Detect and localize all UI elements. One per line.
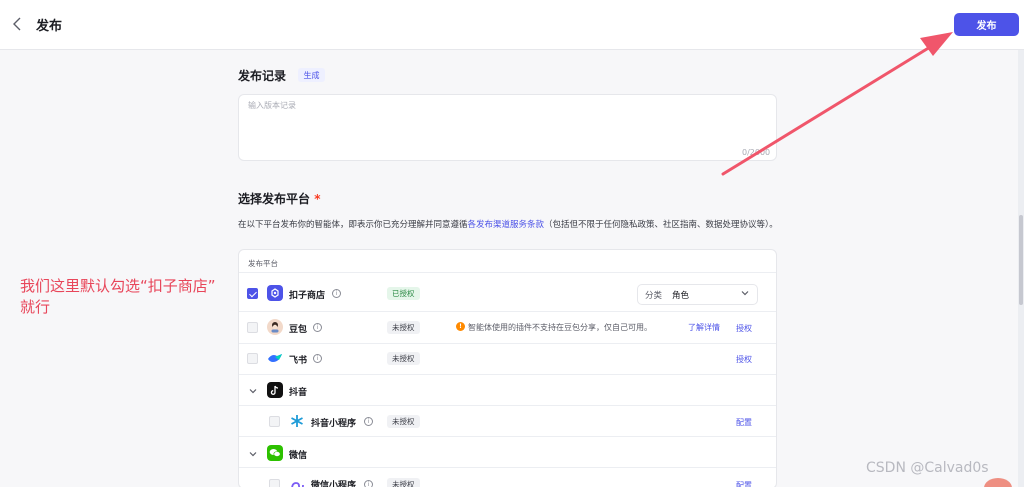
watermark: CSDN @Calvad0s <box>866 460 989 476</box>
status-badge-unauthorized: 未授权 <box>387 321 420 334</box>
feishu-icon <box>267 350 283 366</box>
corner-decoration <box>984 478 1012 487</box>
row-divider <box>239 374 776 375</box>
warning-icon: ! <box>456 322 465 331</box>
status-badge-authorized: 已授权 <box>387 287 420 300</box>
category-value: 角色 <box>672 291 690 301</box>
annotation-line-2: 就行 <box>20 298 51 316</box>
info-icon[interactable]: i <box>332 289 341 298</box>
agreement-suffix: （包括但不限于任何隐私政策、社区指南、数据处理协议等）。 <box>544 220 778 230</box>
scrollbar-thumb[interactable] <box>1019 215 1023 305</box>
row-divider <box>239 343 776 344</box>
table-header: 发布平台 <box>248 259 278 268</box>
back-arrow-icon[interactable] <box>11 15 25 33</box>
douyin-miniapp-icon <box>289 413 305 429</box>
agreement-prefix: 在以下平台发布你的智能体，即表示你已充分理解并同意遵循 <box>238 220 468 230</box>
info-icon[interactable]: i <box>364 417 373 426</box>
platform-name-feishu: 飞书 <box>289 356 308 366</box>
platform-name-coze-store: 扣子商店 <box>289 291 326 301</box>
configure-link-wechat-miniapp[interactable]: 配置 <box>736 480 752 487</box>
info-icon[interactable]: i <box>313 323 322 332</box>
chevron-down-icon[interactable] <box>248 449 258 459</box>
generate-button[interactable]: 生成 <box>298 68 325 82</box>
record-textarea[interactable] <box>238 94 777 161</box>
douyin-icon <box>267 382 283 398</box>
annotation-line-1: 我们这里默认勾选“扣子商店” <box>20 277 216 295</box>
annotation-note: 我们这里默认勾选“扣子商店” 就行 <box>20 276 216 318</box>
row-divider <box>239 405 776 406</box>
info-icon[interactable]: i <box>364 480 373 487</box>
row-divider <box>239 311 776 312</box>
status-badge-unauthorized: 未授权 <box>387 352 420 365</box>
platform-title-text: 选择发布平台 <box>238 192 311 206</box>
group-name-douyin: 抖音 <box>289 388 308 398</box>
wechat-miniapp-checkbox[interactable] <box>269 479 280 487</box>
platform-name-doubao: 豆包 <box>289 325 308 335</box>
authorize-link-doubao[interactable]: 授权 <box>736 323 752 334</box>
coze-store-icon <box>267 285 283 301</box>
row-divider <box>239 436 776 437</box>
authorize-link-feishu[interactable]: 授权 <box>736 354 752 365</box>
status-badge-unauthorized: 未授权 <box>387 478 420 487</box>
chevron-down-icon[interactable] <box>248 386 258 396</box>
record-placeholder: 输入版本记录 <box>248 101 296 110</box>
platform-name-wechat-miniapp: 微信小程序 <box>311 481 357 487</box>
terms-link[interactable]: 各发布渠道服务条款 <box>468 220 545 230</box>
info-icon[interactable]: i <box>313 354 322 363</box>
learn-more-link[interactable]: 了解详情 <box>688 322 720 333</box>
doubao-checkbox[interactable] <box>247 322 258 333</box>
agreement-text: 在以下平台发布你的智能体，即表示你已充分理解并同意遵循各发布渠道服务条款（包括但… <box>238 218 780 233</box>
publish-button[interactable]: 发布 <box>954 13 1019 36</box>
coze-store-checkbox[interactable] <box>247 288 258 299</box>
chevron-down-icon <box>741 291 749 296</box>
row-divider <box>239 272 776 273</box>
platform-section-title: 选择发布平台 * <box>238 190 320 207</box>
char-count: 0/2000 <box>742 148 771 157</box>
configure-link-douyin-miniapp[interactable]: 配置 <box>736 417 752 428</box>
required-mark: * <box>314 192 321 206</box>
record-section-title: 发布记录 <box>238 69 287 83</box>
doubao-icon <box>267 319 283 335</box>
wechat-icon <box>267 445 283 461</box>
status-badge-unauthorized: 未授权 <box>387 415 420 428</box>
feishu-checkbox[interactable] <box>247 353 258 364</box>
page-title: 发布 <box>36 19 63 34</box>
group-name-wechat: 微信 <box>289 451 308 461</box>
warning-text: 智能体使用的插件不支持在豆包分享，仅自己可用。 <box>468 323 652 332</box>
top-bar <box>0 0 1024 50</box>
row-divider <box>239 467 776 468</box>
category-label: 分类 <box>645 291 663 301</box>
platform-name-douyin-miniapp: 抖音小程序 <box>311 419 357 429</box>
wechat-miniapp-icon <box>289 476 305 487</box>
douyin-miniapp-checkbox[interactable] <box>269 416 280 427</box>
